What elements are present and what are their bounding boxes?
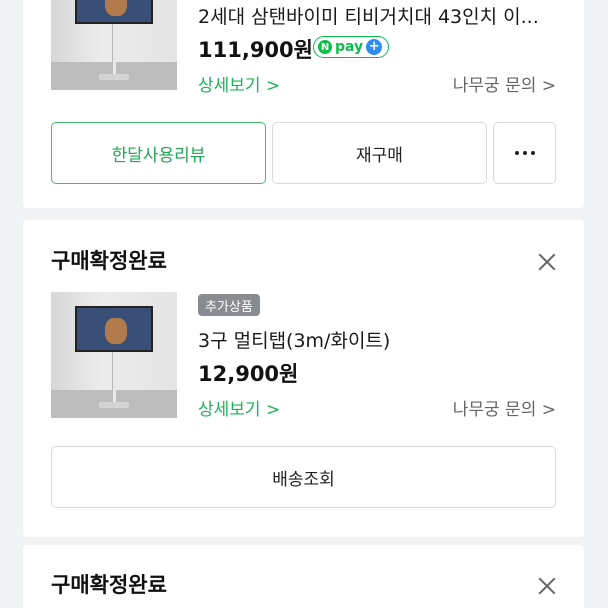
npay-label: pay: [335, 39, 364, 55]
order-status-title: 구매확정완료: [51, 573, 167, 597]
detail-link[interactable]: 상세보기 >: [198, 71, 280, 96]
close-icon[interactable]: [538, 253, 556, 271]
product-price: 111,900원: [198, 38, 313, 62]
product-title[interactable]: 2세대 삼탠바이미 티비거치대 43인치 이...: [198, 2, 539, 29]
seller-inquiry-link[interactable]: 나무궁 문의 >: [453, 71, 556, 96]
more-horizontal-icon: [514, 151, 535, 155]
product-price: 12,900원: [198, 362, 299, 386]
product-thumbnail[interactable]: [51, 292, 177, 418]
monthly-review-button[interactable]: 한달사용리뷰: [51, 122, 266, 184]
order-card-3: 구매확정완료: [23, 545, 584, 608]
repurchase-button[interactable]: 재구매: [272, 122, 487, 184]
order-card-2: 구매확정완료 추가상품 3구 멀티탭(3m/화이트) 12,900원 상세보기 …: [23, 220, 584, 537]
track-delivery-button[interactable]: 배송조회: [51, 446, 556, 508]
close-icon[interactable]: [538, 577, 556, 595]
product-thumbnail[interactable]: [51, 0, 177, 90]
product-title[interactable]: 3구 멀티탭(3m/화이트): [198, 326, 390, 353]
plus-icon: +: [366, 39, 383, 55]
order-status-title: 구매확정완료: [51, 249, 167, 273]
order-card-1: 2세대 삼탠바이미 티비거치대 43인치 이... 111,900원 N pay…: [23, 0, 584, 208]
detail-link[interactable]: 상세보기 >: [198, 395, 280, 420]
seller-inquiry-link[interactable]: 나무궁 문의 >: [453, 395, 556, 420]
additional-product-tag: 추가상품: [198, 294, 260, 316]
naver-n-icon: N: [318, 40, 332, 54]
npay-plus-badge: N pay +: [313, 36, 390, 58]
more-options-button[interactable]: [493, 122, 556, 184]
